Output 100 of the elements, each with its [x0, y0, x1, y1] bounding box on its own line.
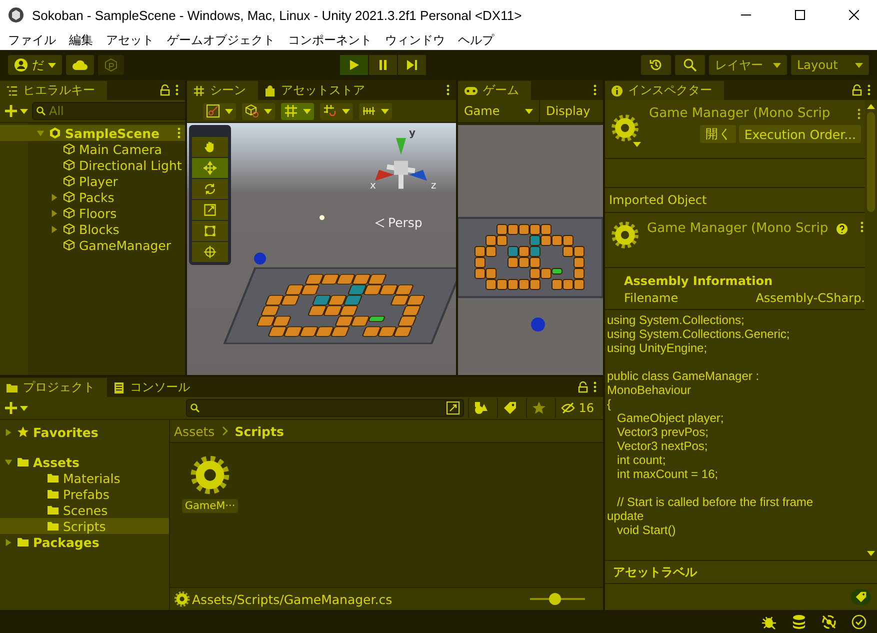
increment-button[interactable]: [359, 102, 392, 120]
project-tree-row[interactable]: Materials: [0, 470, 169, 486]
layout-dropdown[interactable]: Layout: [791, 55, 869, 75]
help-icon[interactable]: [836, 223, 848, 235]
project-tab[interactable]: コンソール: [107, 378, 202, 397]
project-tree-row[interactable]: Scripts: [0, 518, 169, 534]
more-options-icon[interactable]: [593, 381, 597, 393]
disclosure-triangle-icon[interactable]: [50, 208, 59, 218]
project-tab[interactable]: プロジェクト: [0, 378, 107, 397]
menu-item[interactable]: コンポーネント: [282, 32, 379, 48]
hierarchy-tab[interactable]: ヒエラルキー: [0, 81, 107, 100]
lock-icon[interactable]: [159, 84, 171, 96]
more-options-icon[interactable]: [867, 84, 871, 96]
project-tree-row[interactable]: Scenes: [0, 502, 169, 518]
hierarchy-row[interactable]: SampleScene: [0, 125, 185, 141]
display-dropdown[interactable]: Display: [540, 104, 596, 118]
move-tool-button[interactable]: [192, 158, 228, 178]
hierarchy-row[interactable]: Blocks: [0, 221, 185, 237]
project-search-field[interactable]: [186, 399, 464, 417]
disclosure-triangle-icon[interactable]: [50, 192, 59, 202]
scale-tool-button[interactable]: [192, 200, 228, 220]
hierarchy-row[interactable]: Player: [0, 173, 185, 189]
project-tree-row[interactable]: Packages: [0, 534, 169, 550]
project-tree-item[interactable]: Scripts: [63, 518, 106, 534]
scrollbar[interactable]: [865, 100, 877, 560]
draw-mode-button[interactable]: [203, 102, 236, 120]
inspector-tab[interactable]: インスペクター: [605, 81, 724, 100]
disclosure-triangle-icon[interactable]: [4, 428, 13, 436]
search-field[interactable]: All: [32, 102, 185, 120]
slider-thumb[interactable]: [548, 593, 561, 605]
disclosure-triangle-icon[interactable]: [4, 458, 13, 466]
hierarchy-row[interactable]: GameManager: [0, 237, 185, 253]
hierarchy-item[interactable]: Player: [79, 174, 118, 188]
hand-tool-button[interactable]: [192, 137, 228, 157]
add-label-button[interactable]: [851, 589, 871, 605]
render-mode-button[interactable]: [242, 102, 275, 120]
inspector-button[interactable]: 開く: [700, 125, 736, 143]
lock-icon[interactable]: [851, 84, 863, 96]
expand-window-icon[interactable]: [446, 401, 460, 415]
more-options-icon[interactable]: [177, 127, 181, 139]
game-view-dropdown[interactable]: Game: [458, 100, 540, 122]
project-tree-item[interactable]: Scenes: [63, 502, 108, 518]
project-tree-item[interactable]: Materials: [63, 470, 120, 486]
menu-item[interactable]: ヘルプ: [452, 32, 501, 48]
hierarchy-row[interactable]: Packs: [0, 189, 185, 205]
more-options-icon[interactable]: [857, 108, 861, 120]
grid-snap-button[interactable]: [281, 102, 314, 120]
add-button[interactable]: [4, 104, 28, 118]
network-sync-icon[interactable]: [821, 614, 837, 630]
more-options-icon[interactable]: [175, 84, 179, 96]
hierarchy-row[interactable]: Floors: [0, 205, 185, 221]
menu-item[interactable]: ウィンドウ: [379, 32, 452, 48]
scroll-down-icon[interactable]: [867, 551, 875, 556]
project-tree-item[interactable]: Assets: [33, 454, 80, 470]
project-tree-row[interactable]: Prefabs: [0, 486, 169, 502]
breadcrumb-current[interactable]: Scripts: [234, 424, 284, 438]
lock-icon[interactable]: [577, 381, 589, 393]
project-tree-item[interactable]: Prefabs: [63, 486, 110, 502]
projection-label[interactable]: Persp: [388, 215, 422, 230]
pause-button[interactable]: [368, 55, 396, 75]
breadcrumb-link[interactable]: Assets: [174, 424, 215, 438]
hierarchy-item[interactable]: SampleScene: [65, 126, 160, 140]
database-icon[interactable]: [791, 614, 807, 630]
hierarchy-item[interactable]: GameManager: [79, 238, 172, 252]
more-options-icon[interactable]: [446, 84, 450, 96]
transform-tool-button[interactable]: [192, 242, 228, 262]
hierarchy-item[interactable]: Floors: [79, 206, 117, 220]
project-tree-item[interactable]: Favorites: [33, 424, 98, 440]
hierarchy-row[interactable]: Main Camera: [0, 141, 185, 157]
scrollbar-thumb[interactable]: [867, 112, 875, 212]
step-button[interactable]: [398, 55, 426, 75]
search-button[interactable]: [675, 55, 705, 75]
hierarchy-item[interactable]: Packs: [79, 190, 114, 204]
disclosure-triangle-icon[interactable]: [4, 538, 13, 546]
menu-item[interactable]: ゲームオブジェクト: [161, 32, 282, 48]
play-button[interactable]: [340, 55, 368, 75]
menu-item[interactable]: 編集: [63, 32, 100, 48]
cloud-button[interactable]: [66, 55, 94, 75]
project-tree-item[interactable]: Packages: [33, 534, 100, 550]
snap-button[interactable]: [320, 102, 353, 120]
more-options-icon[interactable]: [860, 221, 864, 233]
inspector-button[interactable]: Execution Order...: [739, 125, 861, 143]
add-button[interactable]: [4, 401, 28, 415]
scene-viewport[interactable]: y x z Persp: [187, 123, 456, 375]
hierarchy-item[interactable]: Blocks: [79, 222, 120, 236]
menu-item[interactable]: アセット: [100, 32, 161, 48]
disclosure-triangle-icon[interactable]: [50, 224, 59, 234]
more-options-icon[interactable]: [593, 84, 597, 96]
scene-tab[interactable]: アセットストア: [258, 81, 377, 100]
account-button[interactable]: だ: [8, 55, 62, 75]
rect-tool-button[interactable]: [192, 221, 228, 241]
layers-dropdown[interactable]: レイヤー: [709, 55, 787, 75]
search-input[interactable]: All: [49, 104, 185, 118]
history-button[interactable]: [641, 55, 671, 75]
game-tab[interactable]: ゲーム: [458, 81, 531, 100]
hidden-packages-button[interactable]: 16: [554, 398, 599, 418]
menu-item[interactable]: ファイル: [2, 32, 63, 48]
hierarchy-row[interactable]: Directional Light: [0, 157, 185, 173]
check-circle-icon[interactable]: [851, 614, 867, 630]
hierarchy-item[interactable]: Directional Light: [79, 158, 182, 172]
